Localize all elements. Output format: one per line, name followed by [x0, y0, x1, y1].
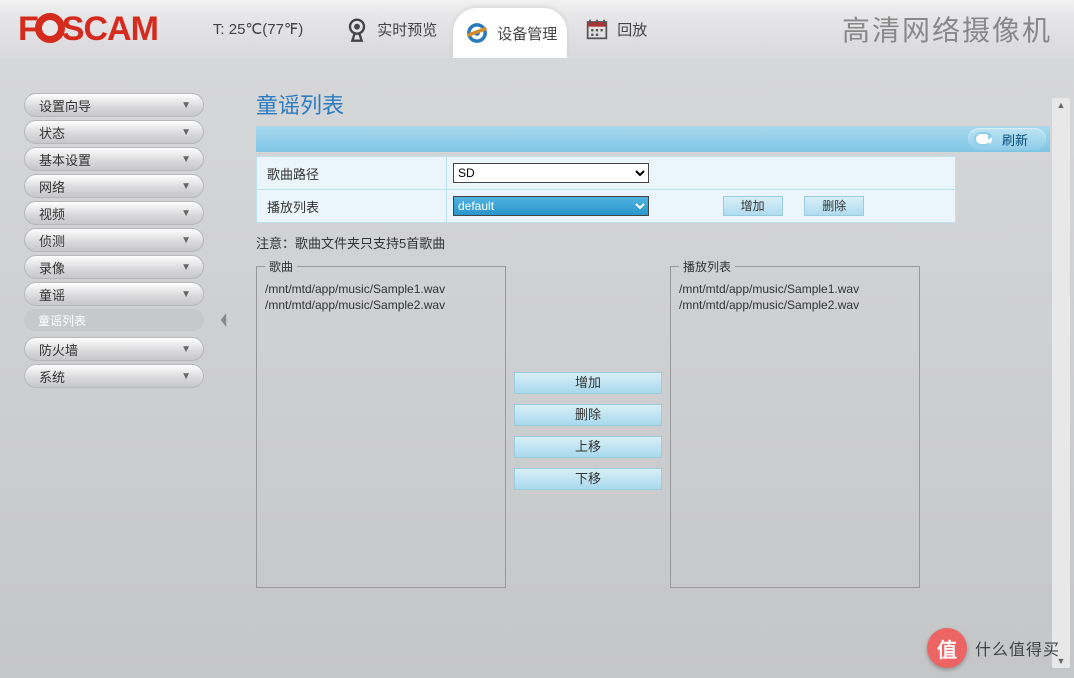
watermark-text: 什么值得买 — [975, 636, 1060, 660]
move-up-button[interactable]: 上移 — [514, 436, 662, 458]
playlist-list-box: 播放列表 /mnt/mtd/app/music/Sample1.wav /mnt… — [670, 258, 920, 588]
playlist-item[interactable]: /mnt/mtd/app/music/Sample1.wav — [679, 281, 911, 297]
watermark: 值 什么值得买 — [927, 628, 1060, 668]
sidebar: 设置向导▼ 状态▼ 基本设置▼ 网络▼ 视频▼ 侦测▼ 录像▼ 童谣▼ 童谣列表… — [0, 58, 226, 678]
gear-icon — [463, 19, 491, 47]
page-title: 童谣列表 — [256, 88, 1050, 120]
app-title: 高清网络摄像机 — [842, 9, 1052, 49]
main-panel: ▲ ▼ 童谣列表 刷新 歌曲路径 SD 播放列表 default 增加 — [226, 58, 1074, 678]
scroll-up-icon[interactable]: ▲ — [1056, 100, 1066, 110]
path-label: 歌曲路径 — [257, 157, 447, 190]
chevron-down-icon: ▼ — [181, 344, 191, 355]
watermark-icon: 值 — [927, 628, 967, 668]
camera-icon — [343, 15, 371, 43]
refresh-label: 刷新 — [1002, 130, 1028, 149]
sidebar-item-system[interactable]: 系统▼ — [24, 364, 204, 388]
playlist-item[interactable]: /mnt/mtd/app/music/Sample2.wav — [679, 297, 911, 313]
chevron-down-icon: ▼ — [181, 181, 191, 192]
tab-manage-label: 设备管理 — [497, 23, 557, 44]
tab-playback-label: 回放 — [617, 19, 647, 40]
calendar-icon — [583, 15, 611, 43]
tab-playback[interactable]: 回放 — [573, 4, 657, 54]
refresh-icon — [974, 132, 992, 146]
sidebar-item-nursery[interactable]: 童谣▼ — [24, 282, 204, 306]
songs-list-box: 歌曲 /mnt/mtd/app/music/Sample1.wav /mnt/m… — [256, 258, 506, 588]
sidebar-item-basic[interactable]: 基本设置▼ — [24, 147, 204, 171]
settings-table: 歌曲路径 SD 播放列表 default 增加 删除 — [256, 156, 956, 223]
sidebar-item-wizard[interactable]: 设置向导▼ — [24, 93, 204, 117]
sidebar-item-detect[interactable]: 侦测▼ — [24, 228, 204, 252]
chevron-down-icon: ▼ — [181, 154, 191, 165]
scrollbar[interactable]: ▲ ▼ — [1052, 98, 1070, 668]
transfer-buttons: 增加 删除 上移 下移 — [514, 372, 662, 490]
sidebar-item-record[interactable]: 录像▼ — [24, 255, 204, 279]
playlist-label: 播放列表 — [257, 190, 447, 223]
temperature-display: T: 25℃(77℉) — [213, 20, 303, 38]
playlist-legend: 播放列表 — [679, 258, 735, 275]
path-select[interactable]: SD — [453, 163, 649, 183]
sidebar-item-video[interactable]: 视频▼ — [24, 201, 204, 225]
playlist-select[interactable]: default — [453, 196, 649, 216]
songs-legend: 歌曲 — [265, 258, 297, 275]
sidebar-item-firewall[interactable]: 防火墙▼ — [24, 337, 204, 361]
playlist-delete-button[interactable]: 删除 — [804, 196, 864, 216]
sidebar-item-status[interactable]: 状态▼ — [24, 120, 204, 144]
tab-preview[interactable]: 实时预览 — [333, 4, 447, 54]
chevron-down-icon: ▼ — [181, 208, 191, 219]
refresh-button[interactable]: 刷新 — [968, 128, 1046, 150]
chevron-down-icon: ▼ — [181, 127, 191, 138]
sidebar-item-network[interactable]: 网络▼ — [24, 174, 204, 198]
add-song-button[interactable]: 增加 — [514, 372, 662, 394]
chevron-down-icon: ▼ — [181, 100, 191, 111]
chevron-down-icon: ▼ — [181, 371, 191, 382]
main-tabs: 实时预览 设备管理 回放 — [333, 0, 657, 58]
note-text: 注意：歌曲文件夹只支持5首歌曲 — [256, 233, 1050, 252]
chevron-down-icon: ▼ — [181, 235, 191, 246]
move-down-button[interactable]: 下移 — [514, 468, 662, 490]
playlist-add-button[interactable]: 增加 — [723, 196, 783, 216]
chevron-down-icon: ▼ — [181, 289, 191, 300]
app-header: FSCAM T: 25℃(77℉) 实时预览 设备管理 回放 高清网络摄像机 — [0, 0, 1074, 58]
toolbar: 刷新 — [256, 126, 1050, 152]
delete-song-button[interactable]: 删除 — [514, 404, 662, 426]
tab-preview-label: 实时预览 — [377, 19, 437, 40]
song-item[interactable]: /mnt/mtd/app/music/Sample2.wav — [265, 297, 497, 313]
song-item[interactable]: /mnt/mtd/app/music/Sample1.wav — [265, 281, 497, 297]
brand-logo: FSCAM — [18, 10, 158, 49]
sidebar-subitem-nursery-list[interactable]: 童谣列表 — [24, 309, 204, 331]
chevron-down-icon: ▼ — [181, 262, 191, 273]
tab-manage[interactable]: 设备管理 — [453, 8, 567, 58]
